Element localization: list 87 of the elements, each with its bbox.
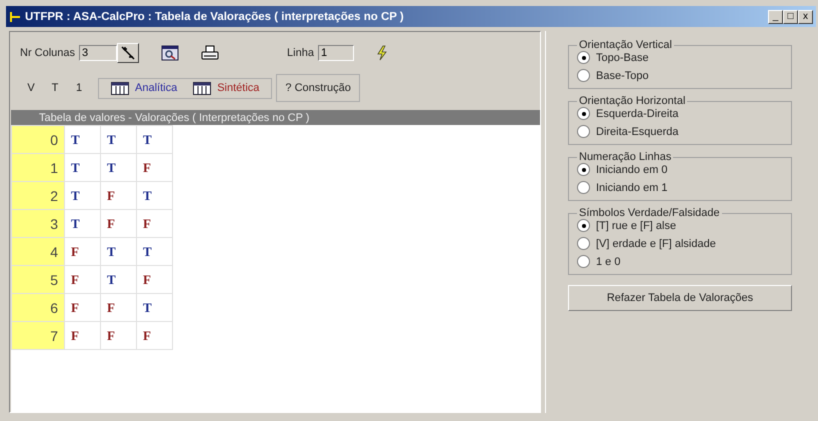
truth-value-cell: T — [64, 210, 100, 238]
radio-button[interactable] — [577, 219, 590, 232]
window-control-button[interactable]: □ — [783, 10, 798, 24]
truth-value-cell: T — [64, 126, 100, 154]
radio-option[interactable]: Iniciando em 0 — [577, 163, 783, 176]
table-icon — [193, 82, 212, 94]
row-index-cell: 5 — [12, 266, 64, 294]
line-label: Linha — [287, 47, 314, 59]
truth-value-cell: T — [136, 126, 172, 154]
radio-button[interactable] — [577, 163, 590, 176]
window-control-button[interactable]: x — [798, 10, 813, 24]
truth-value-cell: F — [64, 322, 100, 350]
radio-label: Iniciando em 0 — [596, 164, 668, 176]
group-title: Símbolos Verdade/Falsidade — [578, 207, 721, 219]
radio-option[interactable]: 1 e 0 — [577, 255, 783, 268]
radio-option[interactable]: Esquerda-Direita — [577, 107, 783, 120]
radio-label: [V] erdade e [F] alsidade — [596, 238, 716, 250]
truth-value-cell: F — [100, 322, 136, 350]
truth-value-cell: T — [100, 238, 136, 266]
radio-label: Iniciando em 1 — [596, 182, 668, 194]
radio-label: Base-Topo — [596, 70, 649, 82]
construction-button[interactable]: ? Construção — [276, 74, 360, 102]
row-index-cell: 4 — [12, 238, 64, 266]
app-icon — [9, 10, 21, 22]
window-control-button[interactable]: _ — [768, 10, 783, 24]
view-button[interactable]: Sintética — [193, 82, 260, 94]
symbol-label: 1 — [74, 82, 84, 94]
radio-option[interactable]: Base-Topo — [577, 69, 783, 82]
truth-value-cell: F — [64, 266, 100, 294]
radio-option[interactable]: [T] rue e [F] alse — [577, 219, 783, 232]
truth-value-cell: F — [136, 322, 172, 350]
group-title: Numeração Linhas — [578, 151, 672, 163]
columns-field[interactable]: 3 — [79, 45, 118, 61]
view-button[interactable]: Analítica — [111, 82, 178, 94]
truth-value-cell: F — [64, 294, 100, 322]
radio-button[interactable] — [577, 181, 590, 194]
row-index-cell: 3 — [12, 210, 64, 238]
lightning-icon[interactable] — [376, 45, 388, 61]
radio-label: [T] rue e [F] alse — [596, 220, 676, 232]
radio-button[interactable] — [577, 51, 590, 64]
radio-option[interactable]: Iniciando em 1 — [577, 181, 783, 194]
truth-value-cell: T — [136, 294, 172, 322]
row-index-cell: 1 — [12, 154, 64, 182]
truth-value-cell: T — [100, 154, 136, 182]
print-icon[interactable] — [201, 45, 220, 61]
truth-value-cell: T — [64, 154, 100, 182]
radio-option[interactable]: Direita-Esquerda — [577, 125, 783, 138]
table-icon — [111, 82, 129, 94]
calculator-button[interactable] — [117, 43, 140, 63]
row-index-cell: 0 — [12, 126, 64, 154]
row-index-cell: 7 — [12, 322, 64, 350]
columns-label: Nr Colunas — [20, 47, 76, 59]
truth-value-cell: F — [136, 154, 172, 182]
radio-label: 1 e 0 — [596, 256, 620, 268]
window-title: UTFPR : ASA-CalcPro : Tabela de Valorações ( interpretações no CP ) — [25, 10, 404, 22]
radio-button[interactable] — [577, 69, 590, 82]
radio-option[interactable]: Topo-Base — [577, 51, 783, 64]
radio-button[interactable] — [577, 125, 590, 138]
radio-label: Topo-Base — [596, 52, 649, 64]
rebuild-button[interactable]: Refazer Tabela de Valorações — [568, 285, 792, 311]
row-index-cell: 2 — [12, 182, 64, 210]
truth-value-cell: F — [100, 210, 136, 238]
line-field[interactable]: 1 — [318, 45, 354, 61]
truth-value-cell: T — [100, 126, 136, 154]
radio-option[interactable]: [V] erdade e [F] alsidade — [577, 237, 783, 250]
radio-button[interactable] — [577, 237, 590, 250]
table-title: Tabela de valores - Valorações ( Interpretações no CP ) — [39, 112, 310, 124]
group-title: Orientação Horizontal — [578, 95, 686, 107]
truth-value-cell: T — [136, 182, 172, 210]
truth-value-cell: T — [64, 182, 100, 210]
radio-button[interactable] — [577, 107, 590, 120]
row-index-cell: 6 — [12, 294, 64, 322]
group-title: Orientação Vertical — [578, 39, 673, 51]
truth-value-cell: F — [136, 210, 172, 238]
truth-value-cell: T — [136, 238, 172, 266]
truth-value-cell: T — [100, 266, 136, 294]
truth-value-cell: F — [136, 266, 172, 294]
radio-label: Esquerda-Direita — [596, 108, 679, 120]
truth-value-cell: F — [100, 294, 136, 322]
symbol-label: T — [50, 82, 60, 94]
truth-value-cell: F — [64, 238, 100, 266]
symbol-label: V — [26, 82, 36, 94]
truth-value-cell: F — [100, 182, 136, 210]
radio-button[interactable] — [577, 255, 590, 268]
fraction-icon — [120, 45, 136, 61]
radio-label: Direita-Esquerda — [596, 126, 679, 138]
preview-icon[interactable] — [161, 45, 180, 61]
